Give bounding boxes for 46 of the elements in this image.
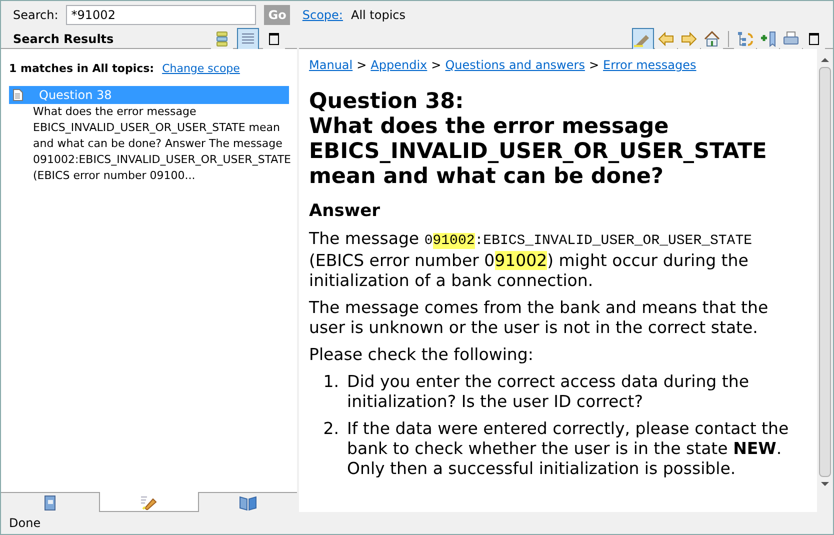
- open-book-icon: [239, 494, 257, 510]
- scrollbar[interactable]: [817, 49, 833, 512]
- text-lines-icon: [241, 32, 255, 46]
- tree-sync-icon: [737, 30, 753, 46]
- change-scope-link[interactable]: Change scope: [162, 61, 240, 78]
- scroll-down-icon: [821, 481, 829, 487]
- scroll-up-icon: [821, 57, 829, 63]
- search-field[interactable]: *91002: [66, 5, 256, 25]
- status-text: Done: [9, 515, 41, 532]
- list-number: 2.: [323, 419, 339, 440]
- list-icon: [216, 30, 228, 46]
- breadcrumb-separator: >: [356, 57, 367, 74]
- scope-link[interactable]: Scope:: [302, 6, 343, 24]
- maximize-icon: [809, 32, 819, 44]
- result-snippet: What does the error message EBICS_INVALID_USER_OR_USER_STATE mean and what can be done? Answer The message 091002:EBICS_INVALID_USER_OR_USER_STATE (EBICS error number 09100...: [32, 104, 289, 184]
- pane-tab[interactable]: [1, 492, 99, 512]
- result-item[interactable]: Question 38: [9, 86, 289, 104]
- add-bookmark-icon: [760, 30, 776, 46]
- scope-value: All topics: [350, 7, 406, 24]
- breadcrumb-link[interactable]: Manual: [309, 55, 353, 75]
- document-icon: [13, 88, 23, 100]
- list-item-text: If the data were entered correctly, please contact the bank to check whether the user is in the state NEW. Only then a successful initialization is possible.: [347, 419, 790, 479]
- breadcrumb-link[interactable]: Appendix: [370, 55, 428, 75]
- pane-tab[interactable]: [99, 492, 199, 512]
- paragraph: Please check the following:: [309, 345, 534, 365]
- pane-tab[interactable]: [199, 492, 297, 512]
- book-icon: [43, 494, 57, 510]
- match-summary: 1 matches in All topics:: [9, 61, 154, 77]
- breadcrumb-separator: >: [431, 57, 442, 74]
- breadcrumb-link[interactable]: Questions and answers: [445, 55, 585, 75]
- breadcrumb-separator: >: [588, 57, 600, 74]
- list-number: 1.: [323, 372, 339, 393]
- search-label: Search:: [12, 7, 58, 24]
- printer-icon: [783, 30, 799, 46]
- pane-title: Search Results: [13, 30, 114, 48]
- list-item-text: Did you enter the correct access data during the initialization? Is the user ID correct?: [347, 372, 750, 412]
- home-icon: [704, 30, 720, 46]
- breadcrumb-link[interactable]: Error messages: [603, 55, 696, 75]
- paragraph: The message 091002:EBICS_INVALID_USER_OR_USER_STATE (EBICS error number 091002) might occur during the initialization of a bank connection.: [309, 229, 754, 291]
- back-arrow-icon: [658, 32, 674, 46]
- pen-icon: [140, 494, 158, 510]
- maximize-icon: [269, 32, 279, 44]
- paragraph: The message comes from the bank and means that the user is unknown or the user is not in the correct state.: [309, 298, 770, 338]
- section-heading: Answer: [309, 201, 381, 221]
- forward-arrow-icon: [681, 32, 697, 46]
- topic-title: Question 38: What does the error message EBICS_INVALID_USER_OR_USER_STATE mean and what can be done?: [309, 89, 768, 189]
